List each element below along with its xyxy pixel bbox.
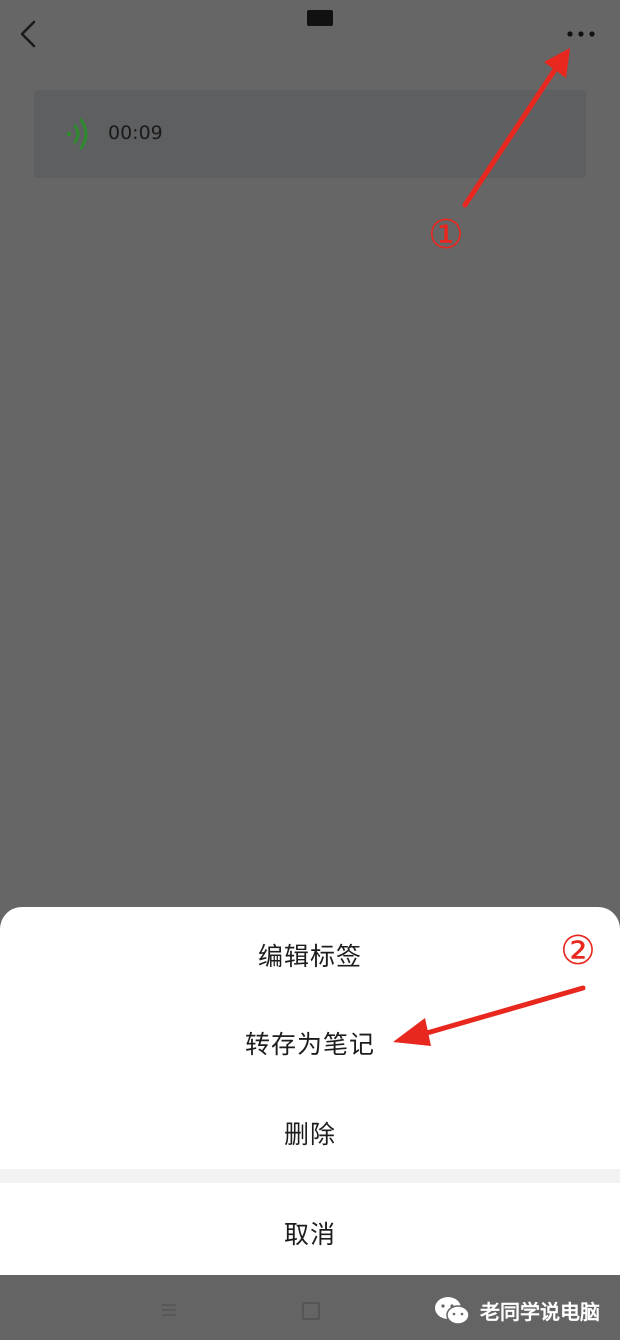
cancel-button[interactable]: 取消 [0,1215,620,1251]
back-button[interactable] [14,14,44,54]
watermark: 老同学说电脑 [430,1290,620,1330]
delete-option[interactable]: 删除 [0,1115,620,1151]
annotation-arrow-2 [393,985,586,1046]
action-sheet: 编辑标签 转存为笔记 删除 取消 [0,907,620,1275]
edit-tags-option[interactable]: 编辑标签 [0,937,620,973]
watermark-text: 老同学说电脑 [480,1300,600,1324]
annotation-marker-2: ② [560,928,596,974]
sheet-divider [0,1169,620,1183]
voice-wave-icon [66,118,88,150]
annotation-arrow-1 [462,48,570,208]
chevron-left-icon [20,20,36,48]
voice-duration: 00:09 [108,122,163,144]
menu-icon[interactable] [160,1303,178,1317]
camera-notch [307,10,333,26]
home-icon[interactable] [302,1302,320,1320]
annotation-marker-1: ① [428,212,464,258]
wechat-icon [435,1297,470,1325]
